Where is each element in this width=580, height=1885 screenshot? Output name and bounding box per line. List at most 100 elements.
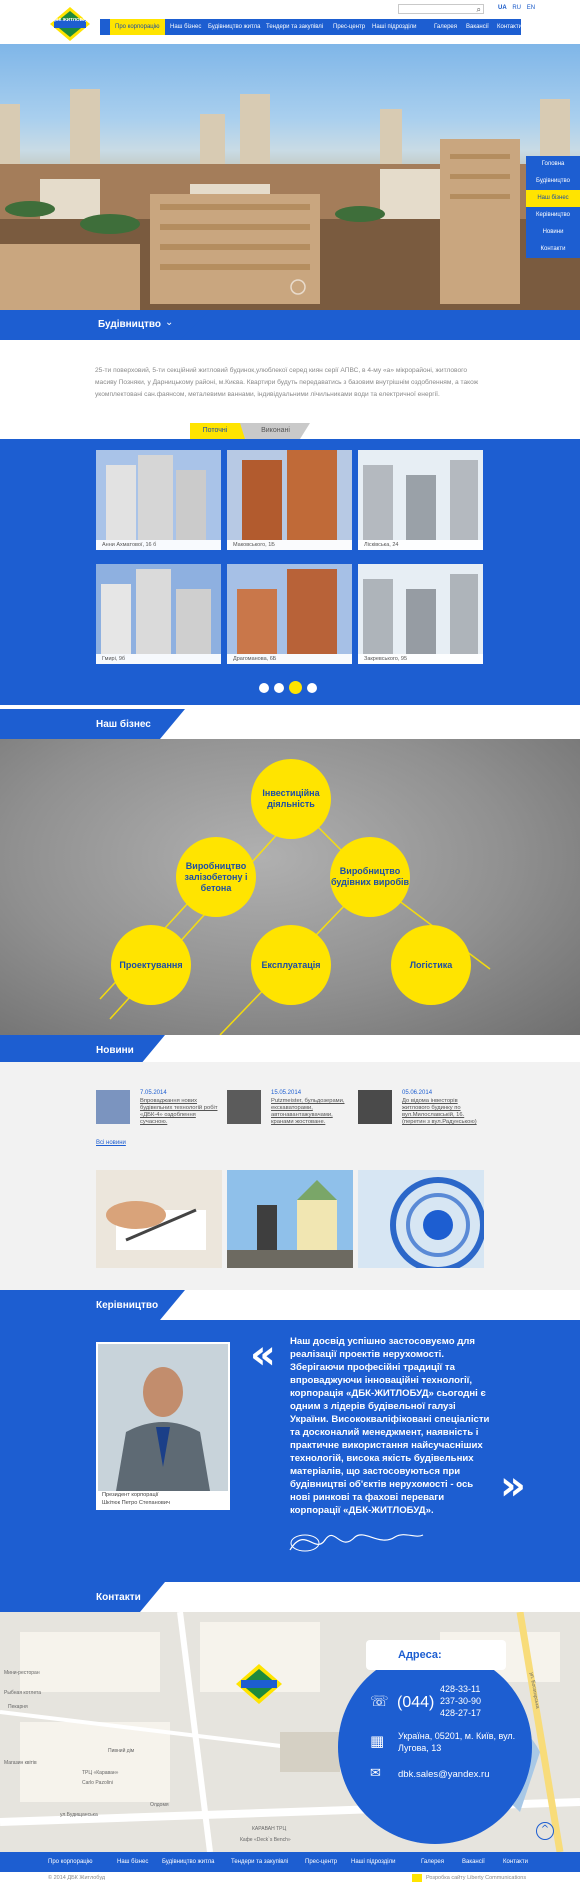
- map-label: Олдомя: [150, 1802, 169, 1808]
- footer-nav-about[interactable]: Про корпорацію: [48, 1852, 93, 1872]
- project-thumb[interactable]: Закревського, 95: [358, 564, 483, 664]
- all-news-link[interactable]: Всі новини: [96, 1140, 126, 1146]
- lang-ru[interactable]: RU: [512, 5, 521, 11]
- footer-nav-tenders[interactable]: Тендери та закупівлі: [231, 1852, 288, 1872]
- pager-dot[interactable]: [307, 683, 317, 693]
- signature: [289, 1534, 424, 1552]
- project-thumb[interactable]: Гмирі, 9б: [96, 564, 221, 664]
- footer: Про корпорацію Наш бізнес Будівництво жи…: [0, 1852, 580, 1885]
- contacts-header-area: Контакти: [0, 1582, 580, 1612]
- map-label: Рыбная котлета: [4, 1690, 42, 1696]
- business-circle[interactable]: Виробництво залізобетону і бетона: [176, 837, 256, 917]
- side-menu-business[interactable]: Наш бізнес: [526, 190, 580, 207]
- footer-nav: Про корпорацію Наш бізнес Будівництво жи…: [0, 1852, 580, 1872]
- contacts-title: Контакти: [96, 1592, 141, 1603]
- chevron-down-icon[interactable]: ⌄: [165, 317, 173, 328]
- side-menu-management[interactable]: Керівництво: [526, 207, 580, 224]
- news-photo[interactable]: [358, 1170, 484, 1268]
- footer-nav-vacancies[interactable]: Вакансії: [462, 1852, 485, 1872]
- nav-contacts[interactable]: Контакти: [497, 19, 522, 35]
- footer-nav-housing[interactable]: Будівництво житла: [162, 1852, 214, 1872]
- nav-tenders[interactable]: Тендери та закупівлі: [266, 19, 323, 35]
- footer-nav-contacts[interactable]: Контакти: [503, 1852, 528, 1872]
- pager-dot[interactable]: [259, 683, 269, 693]
- nav-gallery[interactable]: Галерея: [434, 19, 457, 35]
- news-photo[interactable]: [227, 1170, 353, 1268]
- map-logo-marker[interactable]: [236, 1664, 282, 1704]
- side-menu-home[interactable]: Головна: [526, 156, 580, 173]
- close-quote-icon: »: [500, 1463, 526, 1509]
- lang-en[interactable]: EN: [527, 5, 535, 11]
- news-title: Новини: [96, 1045, 134, 1056]
- business-title: Наш бізнес: [96, 719, 151, 730]
- email-link[interactable]: dbk.sales@yandex.ru: [398, 1769, 490, 1780]
- hero-photo: Головна Будівництво Наш бізнес Керівницт…: [0, 44, 580, 310]
- news-text[interactable]: До відома інвесторів житлового будинку п…: [402, 1098, 482, 1126]
- developer-logo-icon: [412, 1874, 422, 1882]
- mail-icon: ✉: [370, 1766, 381, 1781]
- nav-housing[interactable]: Будівництво житла: [208, 19, 260, 35]
- business-circle[interactable]: Проектування: [111, 925, 191, 1005]
- phone-number[interactable]: 428-27-17: [440, 1708, 481, 1718]
- search-input[interactable]: ⌕: [398, 4, 484, 14]
- map-label: Мини-ресторан: [4, 1670, 40, 1676]
- phone-number[interactable]: 428-33-11: [440, 1684, 480, 1694]
- scroll-top-icon[interactable]: ^: [536, 1822, 554, 1840]
- phone-number[interactable]: 237-30-90: [440, 1696, 481, 1706]
- address-text: Україна, 05201, м. Київ, вул. Лугова, 13: [398, 1731, 516, 1753]
- project-thumb[interactable]: Лісківська, 24: [358, 450, 483, 550]
- nav-press[interactable]: Прес-центр: [333, 19, 365, 35]
- map-label: ул.Будищанська: [60, 1812, 98, 1818]
- main-nav: Про корпорацію Наш бізнес Будівництво жи…: [100, 19, 522, 35]
- side-menu-construction[interactable]: Будівництво: [526, 173, 580, 190]
- pager-dot[interactable]: [274, 683, 284, 693]
- map-label: Пекарня: [8, 1704, 28, 1710]
- news-thumb: [358, 1090, 392, 1124]
- project-thumb[interactable]: Маковського, 1Б: [227, 450, 352, 550]
- news-date: 15.05.2014: [271, 1090, 302, 1096]
- business-circle[interactable]: Експлуатація: [251, 925, 331, 1005]
- nav-about[interactable]: Про корпорацію: [110, 19, 165, 35]
- tab-current[interactable]: Поточні: [185, 423, 245, 439]
- nav-divisions[interactable]: Наші підрозділи: [372, 19, 416, 35]
- nav-business[interactable]: Наш бізнес: [170, 19, 201, 35]
- business-circle[interactable]: Виробництво будівних виробів: [330, 837, 410, 917]
- side-menu-news[interactable]: Новини: [526, 224, 580, 241]
- project-thumb[interactable]: Драгоманова, 6Б: [227, 564, 352, 664]
- footer-nav-divisions[interactable]: Наші підрозділи: [351, 1852, 395, 1872]
- side-menu-contacts[interactable]: Контакти: [526, 241, 580, 258]
- president-name: Шкітюк Петро Степанович: [102, 1500, 170, 1506]
- magnifier-icon[interactable]: ⌕: [477, 5, 481, 14]
- developer-credit[interactable]: Розробка сайту Liberty Communications: [426, 1875, 526, 1881]
- lang-ua[interactable]: UA: [498, 5, 507, 11]
- project-caption: Драгоманова, 6Б: [227, 654, 352, 664]
- phone-icon: ☏: [370, 1692, 389, 1710]
- language-switcher: UA RU EN: [498, 5, 539, 11]
- news-photo[interactable]: [96, 1170, 222, 1268]
- project-caption: Лісківська, 24: [358, 540, 483, 550]
- footer-nav-business[interactable]: Наш бізнес: [117, 1852, 148, 1872]
- logo[interactable]: [50, 7, 90, 41]
- map-label: Кафе «Deck`s Bench»: [240, 1837, 291, 1843]
- project-thumb[interactable]: Анни Ахматової, 16 б: [96, 450, 221, 550]
- business-circle[interactable]: Логістика: [391, 925, 471, 1005]
- news-text[interactable]: Впроваджання нових будівельних технологі…: [140, 1098, 220, 1126]
- city-skyline: [0, 89, 580, 310]
- project-caption: Маковського, 1Б: [227, 540, 352, 550]
- footer-nav-gallery[interactable]: Галерея: [421, 1852, 444, 1872]
- nav-vacancies[interactable]: Вакансії: [466, 19, 489, 35]
- news-text[interactable]: Putzmeister, бульдозерами, екскаваторами…: [271, 1098, 351, 1126]
- map-label: Пивний дім: [108, 1748, 135, 1754]
- business-circle[interactable]: Інвестиційна діяльність: [251, 759, 331, 839]
- president-photo: [98, 1344, 228, 1491]
- phone-code: (044): [397, 1694, 435, 1711]
- management-quote: Наш досвід успішно застосовуємо для реал…: [290, 1336, 490, 1516]
- news-thumb: [227, 1090, 261, 1124]
- construction-description: 25-ти поверховий, 5-ти секційний житлови…: [95, 367, 479, 398]
- project-caption: Гмирі, 9б: [96, 654, 221, 664]
- president-card: Президент корпорації Шкітюк Петро Степан…: [96, 1342, 230, 1510]
- tab-completed[interactable]: Виконані: [248, 423, 303, 439]
- footer-nav-press[interactable]: Прес-центр: [305, 1852, 337, 1872]
- pager-dot-active[interactable]: [289, 681, 302, 694]
- map-label: КАРАВАН ТРЦ: [252, 1826, 287, 1832]
